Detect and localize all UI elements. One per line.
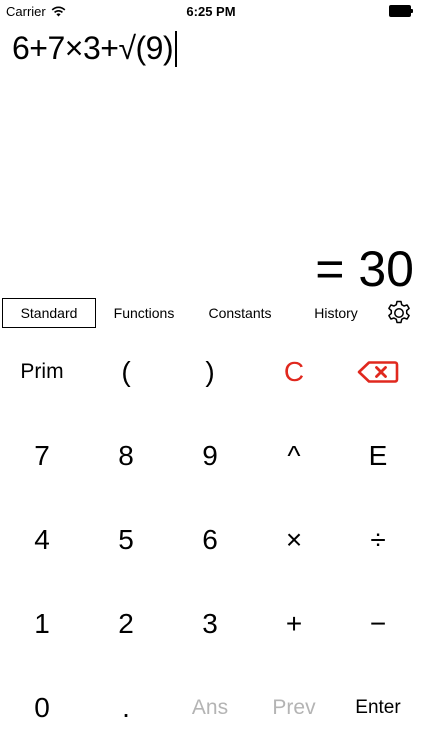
gear-icon[interactable]: [385, 299, 413, 327]
battery-icon: [389, 5, 414, 17]
backspace-icon: [357, 361, 399, 383]
status-bar: Carrier 6:25 PM: [0, 0, 422, 22]
multiply-key[interactable]: ×: [252, 498, 336, 582]
tab-functions[interactable]: Functions: [100, 298, 188, 328]
close-paren-key[interactable]: ): [168, 330, 252, 414]
digit-6-key[interactable]: 6: [168, 498, 252, 582]
digit-2-key[interactable]: 2: [84, 582, 168, 666]
keypad: Prim ( ) C 7 8 9 ^ E 4 5 6 × ÷ 1 2 3 + −…: [0, 330, 422, 750]
digit-1-key[interactable]: 1: [0, 582, 84, 666]
ans-key[interactable]: Ans: [168, 666, 252, 750]
digit-9-key[interactable]: 9: [168, 414, 252, 498]
enter-key[interactable]: Enter: [336, 666, 420, 750]
divide-key[interactable]: ÷: [336, 498, 420, 582]
digit-4-key[interactable]: 4: [0, 498, 84, 582]
decimal-key[interactable]: .: [84, 666, 168, 750]
minus-key[interactable]: −: [336, 582, 420, 666]
prim-key[interactable]: Prim: [0, 330, 84, 414]
tab-standard[interactable]: Standard: [2, 298, 96, 328]
digit-8-key[interactable]: 8: [84, 414, 168, 498]
text-caret: [175, 30, 178, 67]
digit-3-key[interactable]: 3: [168, 582, 252, 666]
prev-key[interactable]: Prev: [252, 666, 336, 750]
tab-constants[interactable]: Constants: [196, 298, 284, 328]
mode-tabs: Standard Functions Constants History: [0, 298, 422, 328]
status-time: 6:25 PM: [186, 4, 236, 19]
backspace-key[interactable]: [336, 330, 420, 414]
digit-5-key[interactable]: 5: [84, 498, 168, 582]
power-key[interactable]: ^: [252, 414, 336, 498]
digit-0-key[interactable]: 0: [0, 666, 84, 750]
expression-text: 6+7×3+√(9): [12, 30, 174, 66]
plus-key[interactable]: +: [252, 582, 336, 666]
exponent-key[interactable]: E: [336, 414, 420, 498]
tab-history[interactable]: History: [292, 298, 380, 328]
open-paren-key[interactable]: (: [84, 330, 168, 414]
expression-display[interactable]: 6+7×3+√(9): [12, 30, 178, 67]
clear-key[interactable]: C: [252, 330, 336, 414]
digit-7-key[interactable]: 7: [0, 414, 84, 498]
result-display: = 30: [315, 241, 414, 297]
